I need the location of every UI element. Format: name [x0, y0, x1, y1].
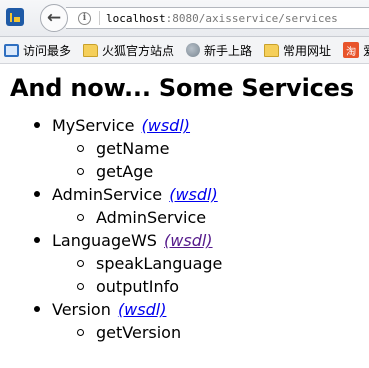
browser-toolbar: i localhost:8080/axisservice/services ←: [0, 0, 369, 37]
bookmark-label: 新手上路: [204, 43, 253, 58]
address-divider: [99, 11, 100, 25]
app-logo-icon: [6, 8, 24, 26]
bookmark-taobao[interactable]: 淘 爱: [343, 42, 369, 59]
operation-item: getAge: [76, 160, 369, 183]
bookmark-getting-started[interactable]: 新手上路: [186, 42, 252, 59]
url-path: :8080/axisservice/services: [165, 11, 338, 25]
url-text[interactable]: localhost:8080/axisservice/services: [106, 12, 338, 25]
service-item: MyService (wsdl) getName getAge: [32, 114, 369, 183]
bookmark-common-sites[interactable]: 常用网址: [264, 42, 331, 59]
bookmark-firefox-official[interactable]: 火狐官方站点: [83, 42, 174, 59]
service-name: LanguageWS: [52, 231, 157, 250]
operation-item: speakLanguage: [76, 252, 369, 275]
wsdl-link[interactable]: (wsdl): [142, 116, 191, 135]
service-item: LanguageWS (wsdl) speakLanguage outputIn…: [32, 229, 369, 298]
service-item: Version (wsdl) getVersion: [32, 298, 369, 344]
bookmark-label: 访问最多: [23, 43, 72, 58]
back-arrow-icon: ←: [46, 8, 62, 28]
service-name: MyService: [52, 116, 135, 135]
service-name: AdminService: [52, 185, 163, 204]
wsdl-link[interactable]: (wsdl): [164, 231, 213, 250]
operation-item: getVersion: [76, 321, 369, 344]
bookmarks-toolbar: 访问最多 火狐官方站点 新手上路 常用网址 淘 爱: [0, 37, 369, 64]
folder-icon: [83, 43, 99, 57]
operation-item: outputInfo: [76, 275, 369, 298]
operation-item: getName: [76, 137, 369, 160]
bookmark-list-icon: [4, 43, 19, 57]
back-button[interactable]: ←: [40, 4, 68, 32]
operations-list: speakLanguage outputInfo: [52, 252, 369, 298]
globe-icon: [186, 43, 201, 57]
bookmark-label: 火狐官方站点: [102, 43, 175, 58]
url-host: localhost: [106, 11, 166, 25]
page-content: And now... Some Services MyService (wsdl…: [0, 64, 369, 344]
bookmark-label: 爱: [363, 42, 369, 59]
service-name: Version: [52, 300, 111, 319]
bookmark-label: 常用网址: [283, 43, 332, 58]
operation-item: AdminService: [76, 206, 369, 229]
operations-list: getName getAge: [52, 137, 369, 183]
bookmark-most-visited[interactable]: 访问最多: [4, 42, 71, 59]
operations-list: getVersion: [52, 321, 369, 344]
page-title: And now... Some Services: [10, 74, 354, 102]
service-item: AdminService (wsdl) AdminService: [32, 183, 369, 229]
services-list: MyService (wsdl) getName getAge AdminSer…: [10, 114, 369, 344]
address-bar[interactable]: i localhost:8080/axisservice/services: [66, 7, 369, 29]
wsdl-link[interactable]: (wsdl): [169, 185, 218, 204]
folder-icon: [264, 43, 280, 57]
taobao-icon: 淘: [343, 42, 360, 58]
wsdl-link[interactable]: (wsdl): [118, 300, 167, 319]
operations-list: AdminService: [52, 206, 369, 229]
site-info-icon[interactable]: i: [78, 11, 91, 25]
